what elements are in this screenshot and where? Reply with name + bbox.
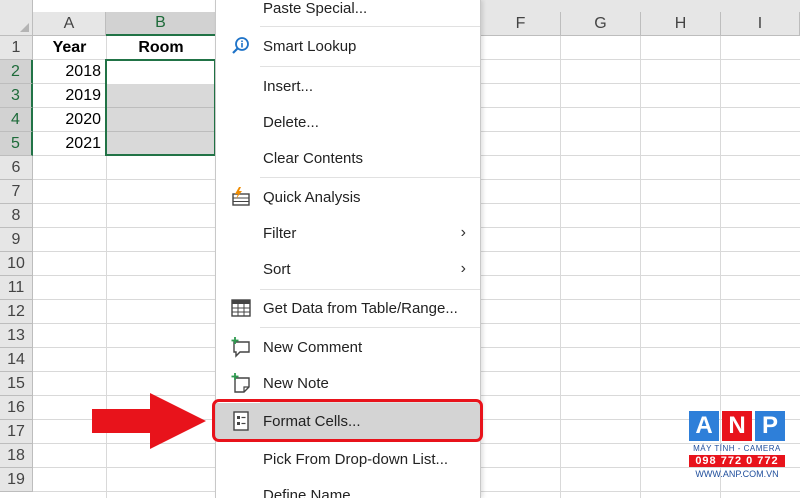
red-arrow-icon xyxy=(92,393,206,449)
menu-item-label: Quick Analysis xyxy=(263,188,361,206)
row-header-6[interactable]: 6 xyxy=(0,156,33,180)
logo-site: WWW.ANP.COM.VN xyxy=(695,469,779,479)
menu-item-filter[interactable]: Filter › xyxy=(216,215,480,251)
row-header-15[interactable]: 15 xyxy=(0,372,33,396)
cell-b1[interactable]: Room xyxy=(106,36,216,60)
cell-a5[interactable]: 2021 xyxy=(33,132,106,156)
column-header-b[interactable]: B xyxy=(106,12,216,36)
gridline xyxy=(560,36,561,498)
row-header-18[interactable]: 18 xyxy=(0,444,33,468)
row-header-14[interactable]: 14 xyxy=(0,348,33,372)
menu-item-label: Get Data from Table/Range... xyxy=(263,299,458,317)
highlight-frame xyxy=(212,399,483,442)
menu-item-label: Define Name... xyxy=(263,486,364,498)
menu-item-label: Insert... xyxy=(263,77,314,95)
menu-item-define-name[interactable]: Define Name... xyxy=(216,477,480,498)
row-header-12[interactable]: 12 xyxy=(0,300,33,324)
menu-item-label: Clear Contents xyxy=(263,149,364,167)
smart-lookup-icon xyxy=(230,35,252,57)
logo-letter: P xyxy=(755,411,785,441)
header-band xyxy=(481,0,800,12)
row-header-1[interactable]: 1 xyxy=(0,36,33,60)
anp-logo: A N P MÁY TÍNH - CAMERA 098 772 0 772 WW… xyxy=(689,411,785,487)
row-header-5[interactable]: 5 xyxy=(0,132,33,156)
row-header-13[interactable]: 13 xyxy=(0,324,33,348)
menu-separator xyxy=(260,177,480,178)
menu-item-get-data[interactable]: Get Data from Table/Range... xyxy=(216,290,480,326)
select-all-corner[interactable] xyxy=(0,0,33,36)
menu-item-paste-special[interactable]: Paste Special... xyxy=(216,0,480,26)
menu-item-clear-contents[interactable]: Clear Contents xyxy=(216,140,480,176)
logo-tagline: MÁY TÍNH - CAMERA xyxy=(693,444,781,453)
menu-item-new-note[interactable]: New Note xyxy=(216,365,480,401)
menu-item-label: New Comment xyxy=(263,338,363,356)
logo-phone: 098 772 0 772 xyxy=(689,455,785,467)
menu-item-insert[interactable]: Insert... xyxy=(216,68,480,104)
cell-a4[interactable]: 2020 xyxy=(33,108,106,132)
menu-item-label: Smart Lookup xyxy=(263,37,357,55)
logo-letter: A xyxy=(689,411,719,441)
menu-item-label: Filter xyxy=(263,224,297,242)
menu-item-pick-from-list[interactable]: Pick From Drop-down List... xyxy=(216,441,480,477)
cell-a3[interactable]: 2019 xyxy=(33,84,106,108)
menu-item-quick-analysis[interactable]: Quick Analysis xyxy=(216,179,480,215)
logo-letters: A N P xyxy=(689,411,785,441)
menu-item-label: Delete... xyxy=(263,113,319,131)
chevron-right-icon: › xyxy=(460,224,466,241)
row-header-17[interactable]: 17 xyxy=(0,420,33,444)
gridline xyxy=(640,36,641,498)
table-icon xyxy=(230,297,252,319)
menu-item-smart-lookup[interactable]: Smart Lookup xyxy=(216,28,480,64)
row-header-16[interactable]: 16 xyxy=(0,396,33,420)
column-header-h[interactable]: H xyxy=(641,12,721,36)
row-header-19[interactable]: 19 xyxy=(0,468,33,492)
selection-border xyxy=(105,59,216,156)
menu-item-label: New Note xyxy=(263,374,329,392)
row-header-2[interactable]: 2 xyxy=(0,60,33,84)
row-header-7[interactable]: 7 xyxy=(0,180,33,204)
new-comment-icon xyxy=(230,336,252,358)
menu-separator xyxy=(260,327,480,328)
menu-separator xyxy=(260,26,480,27)
row-header-4[interactable]: 4 xyxy=(0,108,33,132)
quick-analysis-icon xyxy=(230,186,252,208)
logo-letter: N xyxy=(722,411,752,441)
row-header-10[interactable]: 10 xyxy=(0,252,33,276)
new-note-icon xyxy=(230,372,252,394)
column-header-f[interactable]: F xyxy=(481,12,561,36)
menu-item-sort[interactable]: Sort › xyxy=(216,251,480,287)
column-header-g[interactable]: G xyxy=(561,12,641,36)
menu-item-label: Sort xyxy=(263,260,291,278)
row-header-3[interactable]: 3 xyxy=(0,84,33,108)
menu-item-delete[interactable]: Delete... xyxy=(216,104,480,140)
menu-separator xyxy=(260,66,480,67)
cell-a1[interactable]: Year xyxy=(33,36,106,60)
menu-item-label: Pick From Drop-down List... xyxy=(263,450,449,468)
chevron-right-icon: › xyxy=(460,260,466,277)
row-header-11[interactable]: 11 xyxy=(0,276,33,300)
cell-a2[interactable]: 2018 xyxy=(33,60,106,84)
column-header-a[interactable]: A xyxy=(33,12,106,36)
menu-item-new-comment[interactable]: New Comment xyxy=(216,329,480,365)
column-header-i[interactable]: I xyxy=(721,12,800,36)
row-header-9[interactable]: 9 xyxy=(0,228,33,252)
menu-item-label: Paste Special... xyxy=(263,0,368,17)
row-header-8[interactable]: 8 xyxy=(0,204,33,228)
